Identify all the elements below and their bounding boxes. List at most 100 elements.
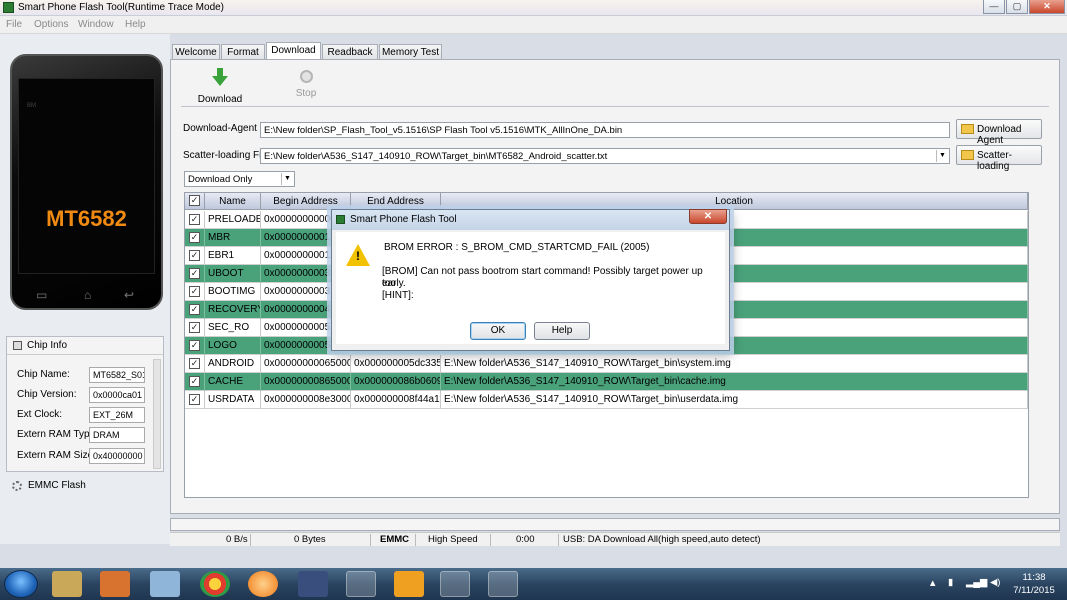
volume-icon[interactable]: ◀) [990, 577, 1000, 588]
chevron-down-icon[interactable]: ▼ [936, 150, 948, 162]
cell-name: RECOVERY [205, 301, 261, 319]
table-row[interactable]: ✓ CACHE0x00000000865000000x000000086b0609… [185, 373, 1028, 391]
row-checkbox[interactable]: ✓ [189, 286, 200, 297]
menu-help[interactable]: Help [125, 19, 146, 30]
paint-app-icon[interactable] [488, 571, 518, 597]
row-checkbox-cell: ✓ [185, 301, 205, 319]
row-checkbox[interactable]: ✓ [189, 232, 200, 243]
row-checkbox[interactable]: ✓ [189, 214, 200, 225]
cell-name: ANDROID [205, 355, 261, 373]
stop-icon [299, 70, 313, 83]
extern-ram-size-field: 0x40000000 [89, 448, 145, 464]
status-separator [558, 534, 559, 546]
help-button[interactable]: Help [534, 322, 590, 340]
window-title: Smart Phone Flash Tool(Runtime Trace Mod… [18, 2, 225, 13]
menu-file[interactable]: File [6, 19, 22, 30]
column-header-location[interactable]: Location [441, 193, 1028, 210]
dialog-close-button[interactable]: ✕ [689, 209, 727, 224]
mode-select[interactable]: Download Only ▼ [184, 171, 295, 187]
media-player-icon[interactable] [100, 571, 130, 597]
column-header-name[interactable]: Name [205, 193, 261, 210]
chip-info-title: Chip Info [27, 340, 68, 351]
menu-bar: File Options Window Help [0, 16, 1067, 34]
chrome-icon[interactable] [200, 571, 230, 597]
stop-button-label: Stop [295, 88, 317, 99]
row-checkbox[interactable]: ✓ [189, 250, 200, 261]
row-checkbox[interactable]: ✓ [189, 304, 200, 315]
burning-app-icon[interactable] [248, 571, 278, 597]
menu-window[interactable]: Window [78, 19, 114, 30]
dialog-error-text: BROM ERROR : S_BROM_CMD_STARTCMD_FAIL (2… [384, 242, 650, 253]
menu-options[interactable]: Options [34, 19, 68, 30]
phone-screen: BM [18, 78, 155, 274]
table-row[interactable]: ✓ ANDROID0x00000000065000000x000000005dc3… [185, 355, 1028, 373]
home-key-icon: ⌂ [84, 288, 92, 302]
row-checkbox[interactable]: ✓ [189, 358, 200, 369]
cell-name: LOGO [205, 337, 261, 355]
row-checkbox[interactable]: ✓ [189, 268, 200, 279]
stop-button[interactable]: Stop [281, 70, 331, 99]
title-bar: Smart Phone Flash Tool(Runtime Trace Mod… [0, 0, 1067, 16]
chevron-down-icon[interactable]: ▼ [281, 173, 293, 185]
download-arrow-icon [212, 68, 228, 86]
clock-time[interactable]: 11:38 [1006, 572, 1062, 583]
chip-info-scrollbar[interactable] [153, 359, 161, 469]
status-speed: 0 B/s [226, 534, 248, 545]
scatter-loading-button[interactable]: Scatter-loading [956, 145, 1042, 172]
dialog-hint: [HINT]: [382, 290, 414, 301]
maximize-button[interactable]: ▢ [1006, 0, 1028, 14]
table-row[interactable]: ✓ USRDATA0x000000008e3000000x000000008f44… [185, 391, 1028, 409]
tab-welcome[interactable]: Welcome [172, 44, 220, 60]
select-all-header[interactable]: ✓ [185, 193, 205, 210]
row-checkbox[interactable]: ✓ [189, 340, 200, 351]
tab-readback[interactable]: Readback [322, 44, 378, 60]
status-separator [490, 534, 491, 546]
ok-button[interactable]: OK [470, 322, 526, 340]
taskbar: ▲ ▮ ▂▄▆ ◀) 11:38 7/11/2015 [0, 568, 1067, 600]
apps-grid-icon[interactable] [394, 571, 424, 597]
download-agent-button[interactable]: Download Agent [956, 119, 1042, 146]
status-bytes: 0 Bytes [294, 534, 326, 545]
minimize-button[interactable]: — [983, 0, 1005, 14]
row-checkbox[interactable]: ✓ [189, 394, 200, 405]
scatter-loading-field[interactable]: E:\New folder\A536_S147_140910_ROW\Targe… [260, 148, 950, 164]
row-checkbox[interactable]: ✓ [189, 376, 200, 387]
row-checkbox-cell: ✓ [185, 337, 205, 355]
file-explorer-icon[interactable] [52, 571, 82, 597]
download-agent-field[interactable]: E:\New folder\SP_Flash_Tool_v5.1516\SP F… [260, 122, 950, 138]
cell-end: 0x000000005dc335a7 [351, 355, 441, 373]
download-button[interactable]: Download [195, 68, 245, 105]
progress-bar [170, 518, 1060, 531]
app-icon [336, 215, 345, 224]
show-hidden-icons-icon[interactable]: ▲ [928, 578, 937, 589]
row-checkbox[interactable]: ✓ [189, 322, 200, 333]
row-checkbox-cell: ✓ [185, 355, 205, 373]
notepad-icon[interactable] [150, 571, 180, 597]
tab-memory-test[interactable]: Memory Test [379, 44, 442, 60]
folder-icon [961, 150, 974, 160]
battery-icon[interactable]: ▮ [948, 577, 953, 588]
menu-key-icon: ▭ [36, 288, 48, 302]
clock-date[interactable]: 7/11/2015 [1006, 585, 1062, 596]
dialog-body: ! BROM ERROR : S_BROM_CMD_STARTCMD_FAIL … [336, 232, 725, 344]
sync-app-icon[interactable] [346, 571, 376, 597]
column-header-end[interactable]: End Address [351, 193, 441, 210]
network-icon[interactable]: ▂▄▆ [966, 577, 987, 588]
flash-tool-icon[interactable] [440, 571, 470, 597]
chip-name-label: Chip Name: [17, 369, 70, 380]
chip-name-field: MT6582_S01 [89, 367, 145, 383]
select-all-checkbox[interactable]: ✓ [189, 195, 200, 206]
start-button[interactable] [4, 570, 38, 598]
close-button[interactable]: ✕ [1029, 0, 1065, 14]
chip-info-icon [13, 341, 22, 350]
cell-begin: 0x000000008e300000 [261, 391, 351, 409]
mode-select-value: Download Only [188, 174, 253, 185]
dev-cpp-icon[interactable] [298, 571, 328, 597]
row-checkbox-cell: ✓ [185, 283, 205, 301]
row-checkbox-cell: ✓ [185, 391, 205, 409]
toolbar-divider [181, 106, 1049, 107]
tab-format[interactable]: Format [221, 44, 265, 60]
emmc-flash-panel[interactable]: EMMC Flash [6, 477, 164, 495]
scatter-loading-label: Scatter-loading File [183, 150, 270, 161]
column-header-begin[interactable]: Begin Address [261, 193, 351, 210]
